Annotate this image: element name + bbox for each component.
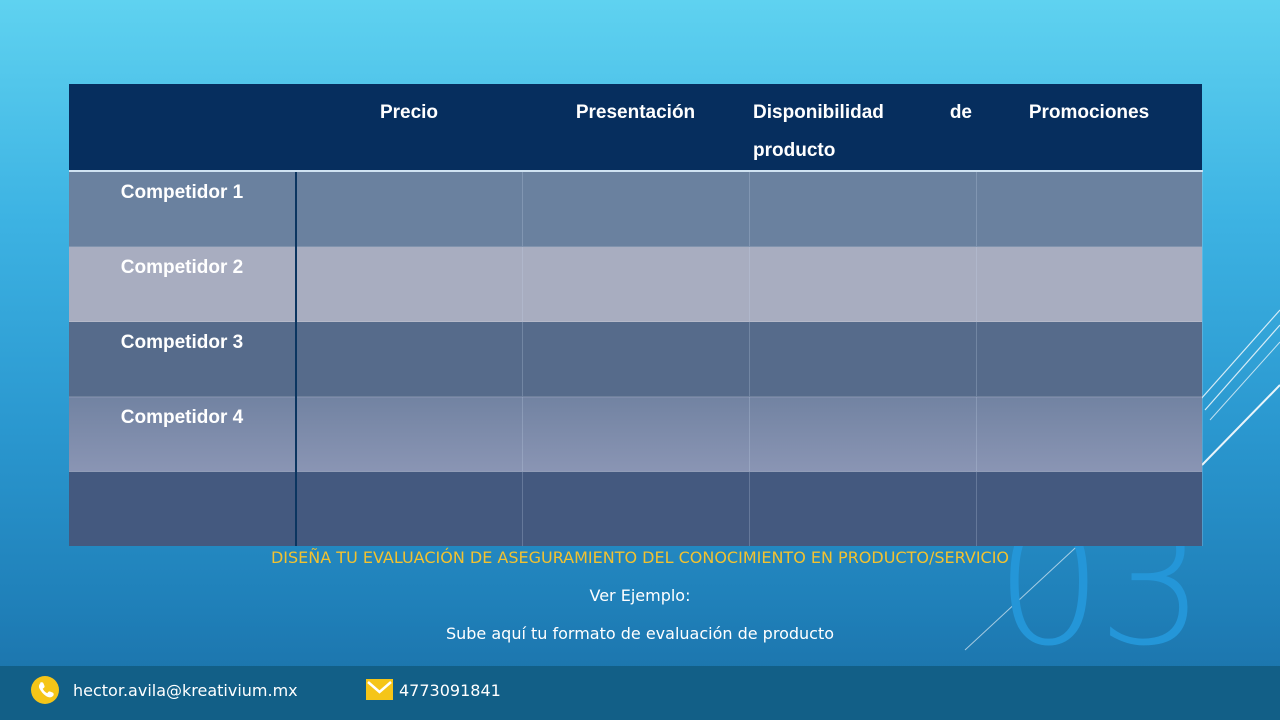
row-label: Competidor 3 [69, 321, 297, 397]
table-cell[interactable] [522, 396, 750, 472]
contact-email[interactable]: hector.avila@kreativium.mx [73, 681, 298, 700]
row-label: Competidor 1 [69, 171, 297, 247]
mail-icon [366, 679, 393, 700]
table-cell[interactable] [976, 246, 1203, 322]
table-cell[interactable] [976, 471, 1203, 546]
competitor-table: Precio Presentación Disponibilidad de pr… [69, 84, 1203, 546]
table-cell[interactable] [522, 321, 750, 397]
table-cell[interactable] [296, 246, 523, 322]
table-row: Competidor 2 [69, 246, 1203, 322]
table-cell[interactable] [749, 396, 977, 472]
table-cell[interactable] [749, 321, 977, 397]
table-cell[interactable] [522, 171, 750, 247]
upload-link[interactable]: Sube aquí tu formato de evaluación de pr… [0, 624, 1280, 643]
table-cell[interactable] [749, 171, 977, 247]
header-presentacion: Presentación [522, 84, 749, 172]
header-precio: Precio [296, 84, 522, 172]
header-empty [69, 84, 296, 172]
header-promociones: Promociones [976, 84, 1202, 172]
table-row: Competidor 4 [69, 396, 1203, 472]
table-cell[interactable] [522, 246, 750, 322]
table-cell[interactable] [749, 471, 977, 546]
header-disponibilidad: Disponibilidad de producto [749, 84, 976, 172]
evaluation-title: DISEÑA TU EVALUACIÓN DE ASEGURAMIENTO DE… [270, 548, 1010, 567]
table-cell[interactable] [749, 246, 977, 322]
table-cell[interactable] [522, 471, 750, 546]
table-cell[interactable] [976, 171, 1203, 247]
phone-icon [31, 676, 59, 704]
table-cell[interactable] [296, 396, 523, 472]
table-row: Competidor 1 [69, 171, 1203, 247]
table-cell[interactable] [296, 471, 523, 546]
row-label [69, 471, 297, 546]
example-link[interactable]: Ver Ejemplo: [0, 586, 1280, 605]
table-row: Competidor 3 [69, 321, 1203, 397]
table-cell[interactable] [296, 321, 523, 397]
contact-phone[interactable]: 4773091841 [399, 681, 501, 700]
table-row [69, 471, 1203, 546]
row-label: Competidor 2 [69, 246, 297, 322]
table-cell[interactable] [296, 171, 523, 247]
table-header-row: Precio Presentación Disponibilidad de pr… [69, 84, 1202, 172]
row-label: Competidor 4 [69, 396, 297, 472]
table-cell[interactable] [976, 321, 1203, 397]
table-cell[interactable] [976, 396, 1203, 472]
